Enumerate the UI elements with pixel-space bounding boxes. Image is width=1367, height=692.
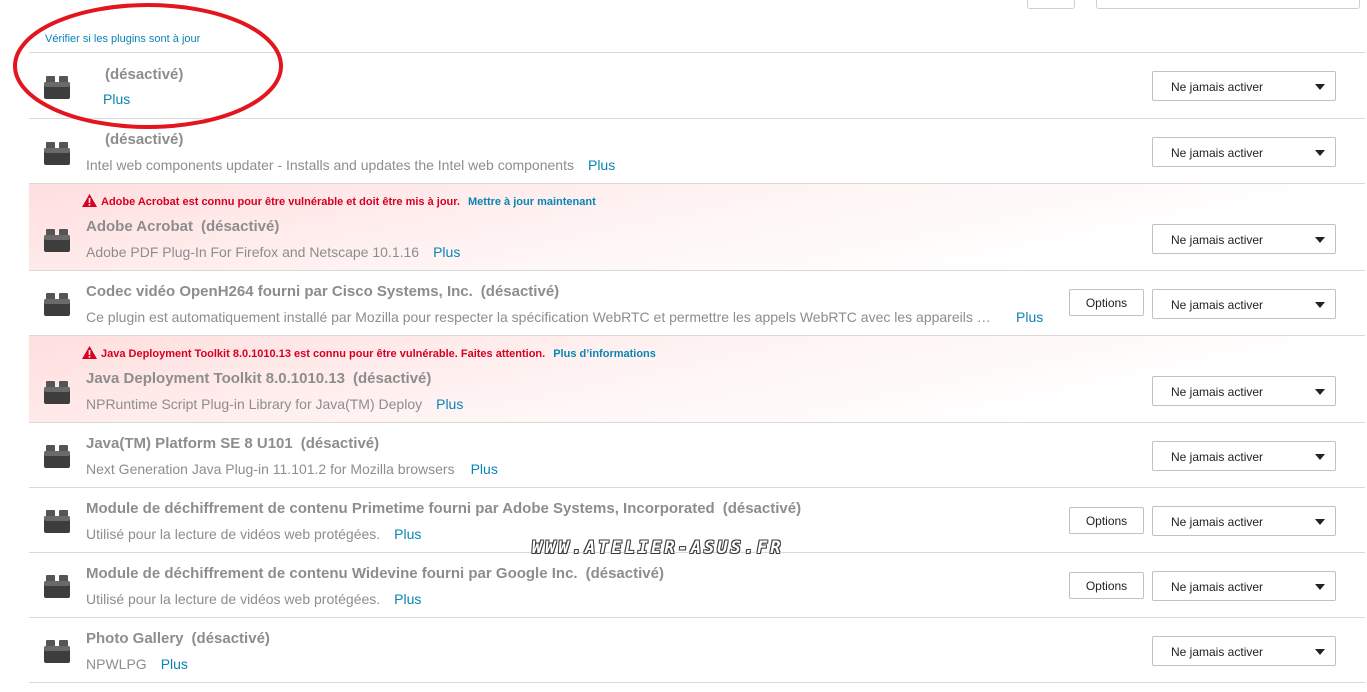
vulnerability-warning: Java Deployment Toolkit 8.0.1010.13 est … — [82, 346, 656, 360]
plugin-icon — [44, 445, 70, 468]
chevron-down-icon — [1315, 454, 1325, 460]
options-button[interactable]: Options — [1069, 289, 1144, 316]
vulnerability-warning: Adobe Acrobat est connu pour être vulnér… — [82, 194, 596, 208]
plugin-status: (désactivé) — [200, 218, 280, 235]
plugin-status: (désactivé) — [353, 370, 432, 387]
activation-select[interactable]: Ne jamais activer — [1152, 441, 1336, 471]
more-link[interactable]: Plus — [588, 157, 615, 173]
more-link[interactable]: Plus — [471, 461, 498, 477]
plugin-title: Photo Gallery (désactivé) — [86, 630, 270, 647]
plugin-row: Adobe Acrobat est connu pour être vulnér… — [29, 183, 1365, 270]
plugin-icon — [44, 293, 70, 316]
plugin-title: (désactivé) — [97, 66, 183, 83]
plugin-icon — [44, 640, 70, 663]
plugin-icon — [44, 229, 70, 252]
plugin-description: Intel web components updater - Installs … — [86, 157, 616, 173]
plugin-row: (désactivé) Intel web components updater… — [29, 118, 1365, 183]
plugin-icon — [44, 575, 70, 598]
chevron-down-icon — [1315, 519, 1325, 525]
plugin-title: Module de déchiffrement de contenu Prime… — [86, 500, 802, 517]
more-link[interactable]: Plus — [436, 396, 463, 412]
plugin-description: NPWLPG Plus — [86, 656, 188, 672]
activation-select[interactable]: Ne jamais activer — [1152, 636, 1336, 666]
plugin-title: (désactivé) — [97, 131, 183, 148]
chevron-down-icon — [1315, 584, 1325, 590]
plugin-title: Codec vidéo OpenH264 fourni par Cisco Sy… — [86, 283, 560, 300]
activation-select[interactable]: Ne jamais activer — [1152, 506, 1336, 536]
plugin-status: (désactivé) — [585, 565, 664, 582]
plugin-row: Photo Gallery (désactivé) NPWLPG Plus Ne j… — [29, 617, 1365, 683]
plugin-status: (désactivé) — [105, 66, 184, 83]
plugin-title: Java(TM) Platform SE 8 U101 (désactivé) — [86, 435, 380, 452]
watermark: WWW.ATELIER-ASUS.FR — [532, 538, 784, 558]
update-now-link[interactable]: Mettre à jour maintenant — [468, 196, 596, 208]
activation-select[interactable]: Ne jamais activer — [1152, 571, 1336, 601]
chevron-down-icon — [1315, 389, 1325, 395]
activation-select[interactable]: Ne jamais activer — [1152, 376, 1336, 406]
plugin-status: (désactivé) — [480, 283, 560, 300]
plugin-row: Module de déchiffrement de contenu Widev… — [29, 552, 1365, 617]
options-button[interactable]: Options — [1069, 572, 1144, 599]
activation-select[interactable]: Ne jamais activer — [1152, 289, 1336, 319]
more-link[interactable]: Plus — [394, 591, 421, 607]
plugin-row: Codec vidéo OpenH264 fourni par Cisco Sy… — [29, 270, 1365, 335]
plugin-status: (désactivé) — [722, 500, 802, 517]
activation-select[interactable]: Ne jamais activer — [1152, 224, 1336, 254]
plugin-title: Adobe Acrobat (désactivé) — [86, 218, 280, 235]
plugin-description: Adobe PDF Plug-In For Firefox and Netsca… — [86, 244, 461, 260]
toolbar-button[interactable] — [1027, 0, 1075, 9]
warning-icon — [82, 194, 97, 207]
plugin-icon — [44, 510, 70, 533]
plugin-status: (désactivé) — [105, 131, 184, 148]
search-input[interactable] — [1096, 0, 1360, 9]
activation-select[interactable]: Ne jamais activer — [1152, 137, 1336, 167]
chevron-down-icon — [1315, 150, 1325, 156]
plugin-icon — [44, 76, 70, 99]
plugin-row: Java Deployment Toolkit 8.0.1010.13 est … — [29, 335, 1365, 422]
plugin-icon — [44, 142, 70, 165]
chevron-down-icon — [1315, 237, 1325, 243]
more-link[interactable]: Plus — [433, 244, 460, 260]
more-link[interactable]: Plus — [394, 526, 421, 542]
plugin-description: Ce plugin est automatiquement installé p… — [86, 309, 1044, 325]
more-link[interactable]: Plus — [1016, 309, 1043, 325]
more-link[interactable]: Plus — [103, 91, 130, 107]
plugin-status: (désactivé) — [300, 435, 380, 452]
activation-select[interactable]: Ne jamais activer — [1152, 71, 1336, 101]
chevron-down-icon — [1315, 649, 1325, 655]
plugin-description: Utilisé pour la lecture de vidéos web pr… — [86, 591, 422, 607]
plugin-status: (désactivé) — [191, 630, 270, 647]
plugin-row: (désactivé) Plus Ne jamais activer — [29, 52, 1365, 118]
check-plugins-link[interactable]: Vérifier si les plugins sont à jour — [45, 33, 200, 45]
plugin-title: Module de déchiffrement de contenu Widev… — [86, 565, 664, 582]
plugin-description: Plus — [103, 91, 130, 107]
warning-icon — [82, 346, 97, 359]
more-link[interactable]: Plus — [161, 656, 188, 672]
plugin-description: NPRuntime Script Plug-in Library for Jav… — [86, 396, 464, 412]
chevron-down-icon — [1315, 84, 1325, 90]
plugin-row: Java(TM) Platform SE 8 U101 (désactivé) N… — [29, 422, 1365, 487]
plugin-description: Utilisé pour la lecture de vidéos web pr… — [86, 526, 422, 542]
more-info-link[interactable]: Plus d’informations — [553, 348, 656, 360]
options-button[interactable]: Options — [1069, 507, 1144, 534]
plugin-title: Java Deployment Toolkit 8.0.1010.13 (désa… — [86, 370, 432, 387]
plugin-icon — [44, 381, 70, 404]
plugin-description: Next Generation Java Plug-in 11.101.2 fo… — [86, 461, 498, 477]
chevron-down-icon — [1315, 302, 1325, 308]
